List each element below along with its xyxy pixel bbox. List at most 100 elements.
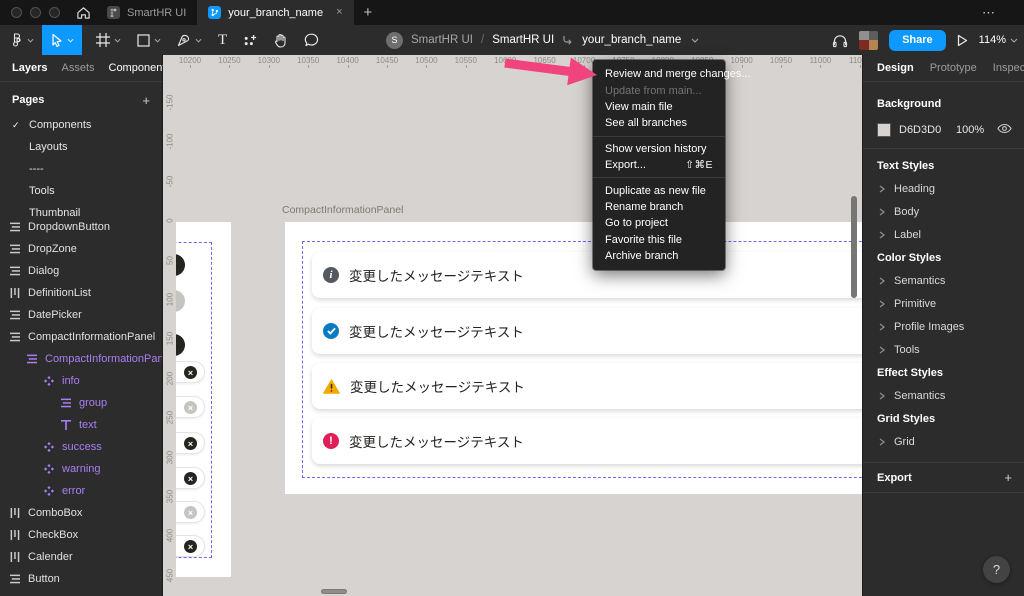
layer-row[interactable]: CheckBox — [0, 524, 162, 546]
style-item[interactable]: Grid — [863, 430, 1024, 453]
ruler-label: 10500 — [415, 56, 437, 65]
breadcrumb-file[interactable]: SmartHR UI — [492, 34, 554, 46]
menu-item[interactable]: Go to project — [593, 215, 725, 231]
ruler-label: 400 — [166, 521, 175, 551]
layer-row[interactable]: DatePicker — [0, 304, 162, 326]
menu-item[interactable]: Export... ⇧⌘E — [593, 157, 725, 173]
page-item[interactable]: ---- — [0, 158, 162, 180]
menu-item[interactable]: View main file — [593, 99, 725, 115]
new-tab-button[interactable]: + — [364, 4, 373, 21]
layer-row[interactable]: success — [0, 436, 162, 458]
layer-row[interactable]: error — [0, 480, 162, 502]
tab-prototype[interactable]: Prototype — [930, 62, 977, 74]
tab-inspect[interactable]: Inspect — [993, 62, 1024, 74]
style-item[interactable]: Semantics — [863, 384, 1024, 407]
layer-row[interactable]: warning — [0, 458, 162, 480]
zoom-control[interactable]: 114% — [979, 34, 1018, 46]
breadcrumb-team[interactable]: SmartHR UI — [411, 34, 473, 46]
color-swatch[interactable] — [877, 123, 891, 137]
shape-tool-button[interactable] — [129, 25, 169, 55]
menu-item[interactable]: Update from main... — [593, 82, 725, 98]
help-button[interactable]: ? — [983, 556, 1010, 583]
layer-row[interactable]: DropZone — [0, 238, 162, 260]
layer-row[interactable]: ComboBox — [0, 502, 162, 524]
menu-item[interactable]: Show version history — [593, 141, 725, 157]
compact-information-panel-error[interactable]: !変更したメッセージテキスト — [312, 418, 862, 464]
frame-tool-button[interactable] — [88, 25, 129, 55]
layer-row[interactable]: info — [0, 370, 162, 392]
layer-row[interactable]: Calender — [0, 546, 162, 568]
close-tab-icon[interactable]: × — [336, 7, 342, 18]
window-close-button[interactable] — [11, 7, 22, 18]
background-opacity[interactable]: 100% — [956, 124, 984, 136]
background-color-row[interactable]: D6D3D0 100% — [863, 122, 1024, 138]
text-tool-button[interactable]: T — [210, 25, 235, 55]
resources-button[interactable] — [235, 25, 265, 55]
ruler-label: 10350 — [297, 56, 319, 65]
window-maximize-button[interactable] — [49, 7, 60, 18]
file-tab-branch[interactable]: your_branch_name × — [197, 0, 353, 25]
layer-row[interactable]: text — [0, 414, 162, 436]
file-tab-smarthr-ui[interactable]: SmartHR UI — [96, 0, 197, 25]
window-minimize-button[interactable] — [30, 7, 41, 18]
tab-layers[interactable]: Layers — [12, 62, 47, 74]
branch-menu-chevron-icon[interactable] — [691, 38, 699, 43]
style-item[interactable]: Heading — [863, 177, 1024, 200]
page-item[interactable]: Tools — [0, 180, 162, 202]
layer-row[interactable]: Dialog — [0, 260, 162, 282]
tab-assets[interactable]: Assets — [61, 62, 94, 74]
style-item[interactable]: Semantics — [863, 269, 1024, 292]
compact-information-panel-success[interactable]: 変更したメッセージテキスト — [312, 308, 862, 354]
present-icon[interactable] — [957, 34, 968, 47]
menu-item[interactable]: Rename branch — [593, 199, 725, 215]
frame-title[interactable]: CompactInformationPanel — [282, 204, 403, 216]
add-page-button[interactable]: + — [142, 93, 150, 108]
main-menu-button[interactable] — [2, 25, 42, 55]
comment-tool-button[interactable] — [296, 25, 327, 55]
home-button[interactable] — [70, 0, 96, 25]
add-export-button[interactable]: + — [1004, 470, 1012, 485]
window-more-menu-icon[interactable]: ⋯ — [982, 0, 996, 25]
menu-item[interactable]: Archive branch — [593, 248, 725, 264]
style-item[interactable]: Body — [863, 200, 1024, 223]
share-button[interactable]: Share — [889, 30, 946, 51]
tab-design[interactable]: Design — [877, 62, 914, 74]
page-item[interactable]: Layouts — [0, 136, 162, 158]
team-avatar[interactable]: S — [386, 32, 403, 49]
frame-v-icon — [10, 222, 20, 232]
compact-information-panel-info[interactable]: i変更したメッセージテキスト — [312, 252, 862, 298]
style-item[interactable]: Tools — [863, 338, 1024, 361]
audio-headphones-icon[interactable] — [832, 33, 848, 48]
pages-list: ✓ Components Layouts ---- Tools Thumbnai… — [0, 114, 162, 224]
style-item[interactable]: Label — [863, 223, 1024, 246]
hand-tool-button[interactable] — [265, 25, 296, 55]
menu-item[interactable]: See all branches — [593, 115, 725, 131]
layer-row[interactable]: DropdownButton — [0, 221, 162, 238]
ruler-label: 0 — [166, 206, 175, 236]
menu-item[interactable]: Duplicate as new file — [593, 182, 725, 198]
eye-icon[interactable] — [997, 123, 1012, 134]
breadcrumb-branch[interactable]: your_branch_name — [582, 34, 681, 46]
layer-row[interactable]: CompactInformationPanel — [0, 348, 162, 370]
style-item[interactable]: Profile Images — [863, 315, 1024, 338]
layer-row[interactable]: group — [0, 392, 162, 414]
layer-row[interactable]: DefinitionList — [0, 282, 162, 304]
user-avatar[interactable] — [859, 31, 878, 50]
ruler-label: -100 — [166, 127, 175, 157]
menu-item[interactable]: Favorite this file — [593, 232, 725, 248]
layer-row[interactable]: CompactInformationPanel — [0, 326, 162, 348]
style-item[interactable]: Primitive — [863, 292, 1024, 315]
ruler-tick — [269, 65, 270, 68]
component-icon — [44, 486, 54, 496]
canvas-vertical-scrollbar[interactable] — [851, 196, 857, 298]
compact-information-panel-warning[interactable]: 変更したメッセージテキスト — [312, 363, 862, 409]
canvas-horizontal-scrollbar[interactable] — [321, 589, 347, 594]
page-item[interactable]: ✓ Components — [0, 114, 162, 136]
pen-tool-button[interactable] — [169, 25, 210, 55]
menu-item[interactable]: Review and merge changes... — [593, 66, 725, 82]
move-tool-button[interactable] — [42, 25, 82, 55]
layer-row[interactable]: Button — [0, 568, 162, 590]
background-hex[interactable]: D6D3D0 — [899, 124, 948, 136]
panel-message-text: 変更したメッセージテキスト — [349, 321, 524, 341]
canvas[interactable]: 1020010250103001035010400104501050010550… — [163, 55, 862, 596]
